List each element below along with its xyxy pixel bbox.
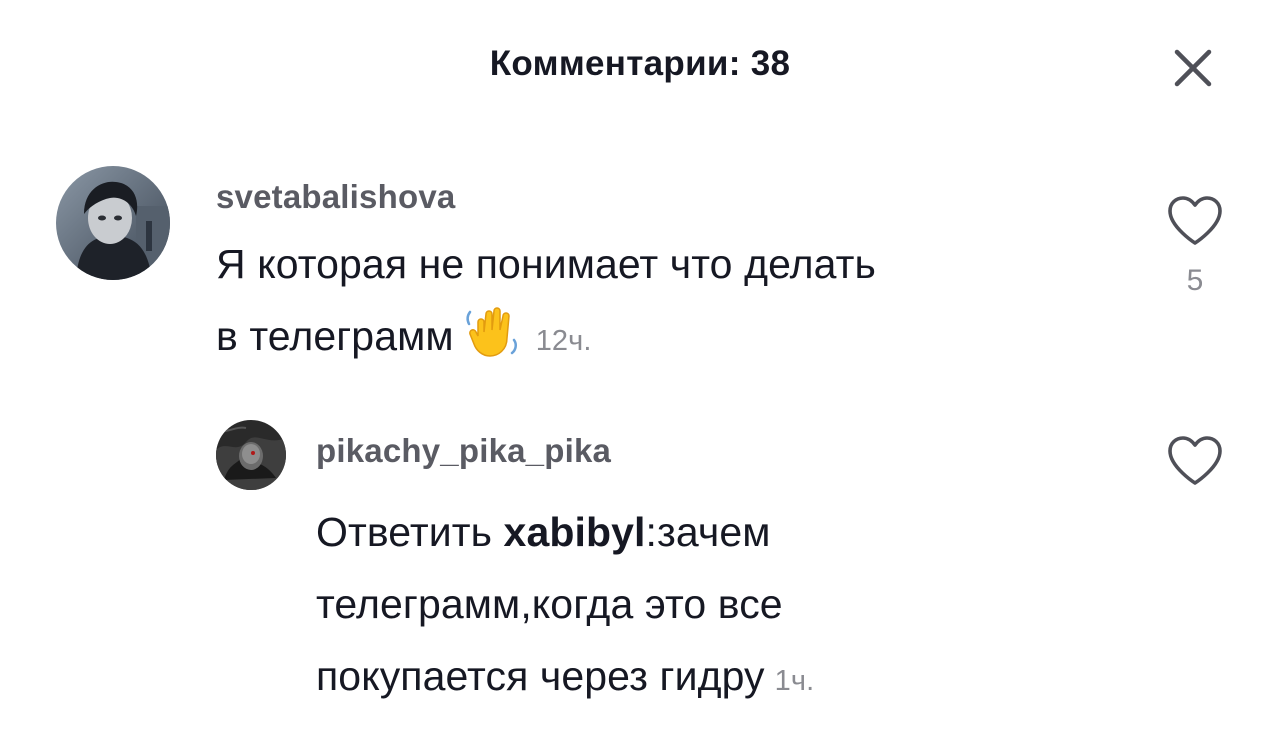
reply-mention[interactable]: xabibyl [504, 509, 646, 555]
comments-sheet: Комментарии: 38 svetabalishova Я которая… [0, 0, 1280, 743]
reply-text-line: Ответить xabibyl:зачем [316, 496, 1136, 568]
reply-timestamp: 1ч. [774, 665, 815, 697]
avatar[interactable] [216, 420, 286, 490]
comment-text-continuation: в телеграмм [216, 313, 454, 359]
close-icon [1174, 49, 1212, 87]
waving-hand-emoji [464, 302, 522, 360]
like-button[interactable] [1166, 194, 1224, 248]
reply-text-continuation: покупается через гидру [316, 653, 765, 699]
comment-text: Я которая не понимает что делать в телег… [216, 228, 1136, 377]
reply-like-button[interactable] [1166, 434, 1224, 488]
reply-prefix: Ответить [316, 509, 504, 555]
comments-header-title: Комментарии: 38 [489, 44, 791, 83]
comment-text-line: Я которая не понимает что делать [216, 241, 877, 287]
reply-text-line: покупается через гидру 1ч. [316, 640, 1136, 717]
reply-text-rest: :зачем [645, 509, 771, 555]
reply-text: Ответить xabibyl:зачем телеграмм,когда э… [316, 496, 1136, 717]
close-button[interactable] [1165, 40, 1221, 96]
comment-timestamp: 12ч. [535, 325, 592, 357]
like-count: 5 [1186, 264, 1204, 297]
comment-text-line: в телеграмм 12ч. [216, 300, 1136, 377]
reply-text-line: телеграмм,когда это все [316, 581, 783, 627]
heart-outline-icon [1168, 436, 1222, 485]
reply-username[interactable]: pikachy_pika_pika [316, 432, 611, 470]
avatar[interactable] [56, 166, 170, 280]
comment-username[interactable]: svetabalishova [216, 178, 455, 216]
heart-outline-icon [1168, 196, 1222, 245]
